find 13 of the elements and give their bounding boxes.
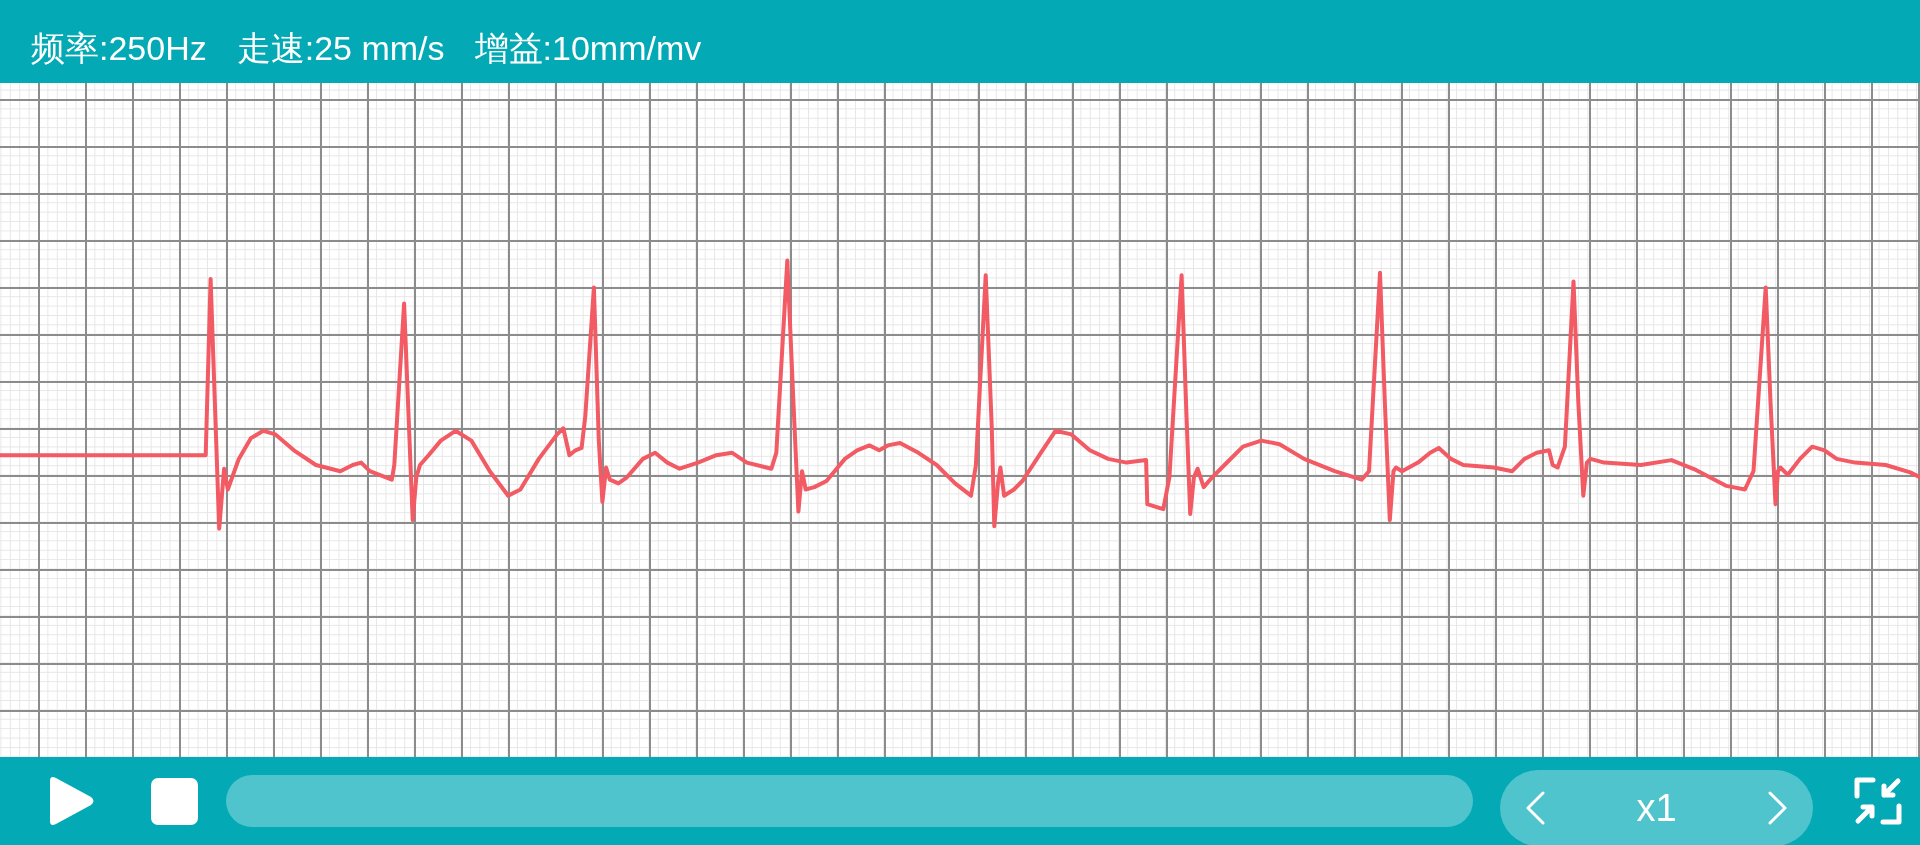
speed-value: x1 (1636, 786, 1677, 830)
recording-parameter: 增益:10mm/mv (474, 27, 702, 69)
progress-track[interactable] (226, 775, 1473, 827)
speed-down-button[interactable] (1525, 791, 1545, 825)
chevron-left-icon (1525, 791, 1545, 825)
exit-fullscreen-icon (1853, 776, 1903, 826)
speed-up-button[interactable] (1768, 791, 1788, 825)
recording-parameter: 频率:250Hz (31, 27, 207, 69)
stop-icon (151, 777, 198, 825)
chevron-right-icon (1768, 791, 1788, 825)
exit-fullscreen-button[interactable] (1853, 776, 1903, 826)
recording-parameter: 走速:25 mm/s (236, 27, 445, 69)
stop-button[interactable] (151, 777, 198, 825)
